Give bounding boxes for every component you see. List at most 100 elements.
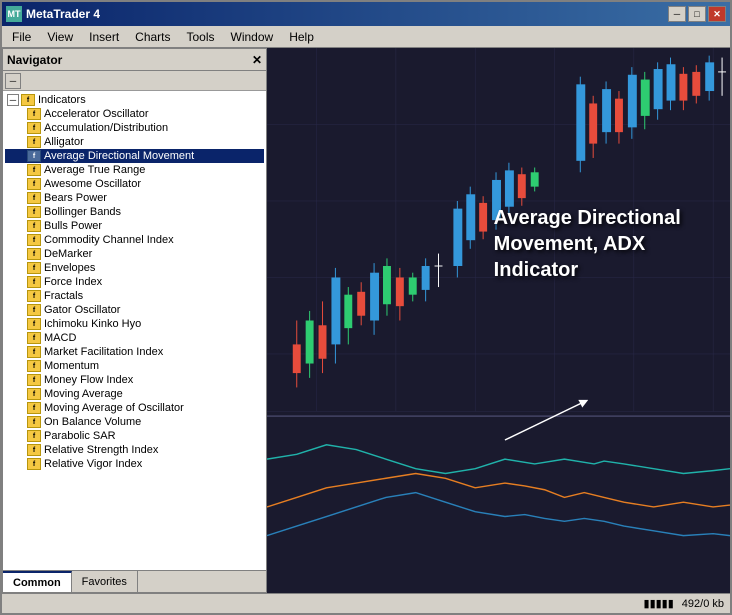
indicator-icon-23: f (27, 430, 41, 442)
indicator-icon-6: f (27, 192, 41, 204)
indicator-macd[interactable]: f MACD (5, 331, 264, 345)
menu-insert[interactable]: Insert (81, 28, 127, 46)
tab-favorites[interactable]: Favorites (72, 571, 138, 592)
indicator-label-14: Gator Oscillator (44, 304, 120, 316)
indicator-label-9: Commodity Channel Index (44, 234, 174, 246)
indicator-label-2: Alligator (44, 136, 84, 148)
indicator-money-flow[interactable]: f Money Flow Index (5, 373, 264, 387)
minimize-button[interactable]: ─ (668, 6, 686, 22)
indicator-icon-18: f (27, 360, 41, 372)
indicator-ichimoku[interactable]: f Ichimoku Kinko Hyo (5, 317, 264, 331)
indicator-market-facilitation[interactable]: f Market Facilitation Index (5, 345, 264, 359)
indicator-label-23: Parabolic SAR (44, 430, 116, 442)
indicator-label-4: Average True Range (44, 164, 145, 176)
maximize-button[interactable]: □ (688, 6, 706, 22)
indicator-label-25: Relative Vigor Index (44, 458, 142, 470)
indicator-fractals[interactable]: f Fractals (5, 289, 264, 303)
folder-icon: f (21, 94, 35, 106)
adx-indicator-label: Average Directional Movement, ADX Indica… (494, 205, 681, 283)
indicator-force-index[interactable]: f Force Index (5, 275, 264, 289)
indicator-envelopes[interactable]: f Envelopes (5, 261, 264, 275)
indicator-awesome-oscillator[interactable]: f Awesome Oscillator (5, 177, 264, 191)
indicator-icon-11: f (27, 262, 41, 274)
indicator-label-7: Bollinger Bands (44, 206, 121, 218)
indicator-average-true-range[interactable]: f Average True Range (5, 163, 264, 177)
indicator-label-3: Average Directional Movement (44, 150, 194, 162)
indicator-bollinger-bands[interactable]: f Bollinger Bands (5, 205, 264, 219)
indicator-relative-vigor[interactable]: f Relative Vigor Index (5, 457, 264, 471)
chart-svg (267, 48, 730, 593)
indicator-icon-22: f (27, 416, 41, 428)
menu-file[interactable]: File (4, 28, 39, 46)
indicator-icon-8: f (27, 220, 41, 232)
indicator-icon-13: f (27, 290, 41, 302)
indicator-icon-5: f (27, 178, 41, 190)
indicator-average-directional[interactable]: f Average Directional Movement (5, 149, 264, 163)
indicator-moving-average-oscillator[interactable]: f Moving Average of Oscillator (5, 401, 264, 415)
chart-area: Average Directional Movement, ADX Indica… (267, 48, 730, 593)
navigator-title: Navigator (7, 53, 62, 67)
indicator-commodity-channel[interactable]: f Commodity Channel Index (5, 233, 264, 247)
indicator-on-balance-volume[interactable]: f On Balance Volume (5, 415, 264, 429)
tree-root-indicators[interactable]: ─ f Indicators (5, 93, 264, 107)
navigator-panel: Navigator ✕ ─ ─ f Indicators f Accelerat… (2, 48, 267, 593)
indicator-label-1: Accumulation/Distribution (44, 122, 168, 134)
indicator-label-16: MACD (44, 332, 76, 344)
indicator-icon-17: f (27, 346, 41, 358)
title-bar-buttons: ─ □ ✕ (668, 6, 726, 22)
indicator-icon-21: f (27, 402, 41, 414)
collapse-button[interactable]: ─ (5, 73, 21, 89)
indicator-label-18: Momentum (44, 360, 99, 372)
indicator-label-13: Fractals (44, 290, 83, 302)
indicator-moving-average[interactable]: f Moving Average (5, 387, 264, 401)
indicator-label-12: Force Index (44, 276, 102, 288)
close-button[interactable]: ✕ (708, 6, 726, 22)
navigator-header: Navigator ✕ (3, 49, 266, 71)
indicators-root-label: Indicators (38, 94, 86, 106)
indicator-icon-2: f (27, 136, 41, 148)
status-info: 492/0 kb (682, 598, 724, 610)
indicator-label-24: Relative Strength Index (44, 444, 158, 456)
menu-view[interactable]: View (39, 28, 81, 46)
indicator-momentum[interactable]: f Momentum (5, 359, 264, 373)
indicator-label-21: Moving Average of Oscillator (44, 402, 184, 414)
app-icon: MT (6, 6, 22, 22)
indicator-label-17: Market Facilitation Index (44, 346, 163, 358)
navigator-tabs: Common Favorites (3, 570, 266, 592)
title-bar-left: MT MetaTrader 4 (6, 6, 100, 22)
menu-help[interactable]: Help (281, 28, 322, 46)
indicator-bears-power[interactable]: f Bears Power (5, 191, 264, 205)
indicator-label-10: DeMarker (44, 248, 92, 260)
indicator-parabolic-sar[interactable]: f Parabolic SAR (5, 429, 264, 443)
indicator-icon-19: f (27, 374, 41, 386)
indicator-icon-4: f (27, 164, 41, 176)
indicator-label-5: Awesome Oscillator (44, 178, 141, 190)
menu-window[interactable]: Window (223, 28, 282, 46)
indicator-demarker[interactable]: f DeMarker (5, 247, 264, 261)
status-bar: ▮▮▮▮▮ 492/0 kb (2, 593, 730, 613)
indicator-icon-14: f (27, 304, 41, 316)
indicator-icon-7: f (27, 206, 41, 218)
main-content: Navigator ✕ ─ ─ f Indicators f Accelerat… (2, 48, 730, 593)
indicator-icon-10: f (27, 248, 41, 260)
indicator-icon-0: f (27, 108, 41, 120)
indicator-accelerator-oscillator[interactable]: f Accelerator Oscillator (5, 107, 264, 121)
indicator-label-0: Accelerator Oscillator (44, 108, 149, 120)
tab-common[interactable]: Common (3, 571, 72, 592)
tree-container[interactable]: ─ f Indicators f Accelerator Oscillator … (3, 91, 266, 570)
indicator-gator-oscillator[interactable]: f Gator Oscillator (5, 303, 264, 317)
indicator-bulls-power[interactable]: f Bulls Power (5, 219, 264, 233)
menu-tools[interactable]: Tools (179, 28, 223, 46)
indicator-label-22: On Balance Volume (44, 416, 141, 428)
indicator-alligator[interactable]: f Alligator (5, 135, 264, 149)
indicator-accumulation-distribution[interactable]: f Accumulation/Distribution (5, 121, 264, 135)
indicator-label-8: Bulls Power (44, 220, 102, 232)
menu-charts[interactable]: Charts (127, 28, 178, 46)
tree-expand-icon[interactable]: ─ (7, 94, 19, 106)
indicator-rsi[interactable]: f Relative Strength Index (5, 443, 264, 457)
navigator-toolbar: ─ (3, 71, 266, 91)
menu-bar: File View Insert Charts Tools Window Hel… (2, 26, 730, 48)
indicator-icon-3: f (27, 150, 41, 162)
window-title: MetaTrader 4 (26, 7, 100, 21)
navigator-close-button[interactable]: ✕ (252, 53, 262, 67)
